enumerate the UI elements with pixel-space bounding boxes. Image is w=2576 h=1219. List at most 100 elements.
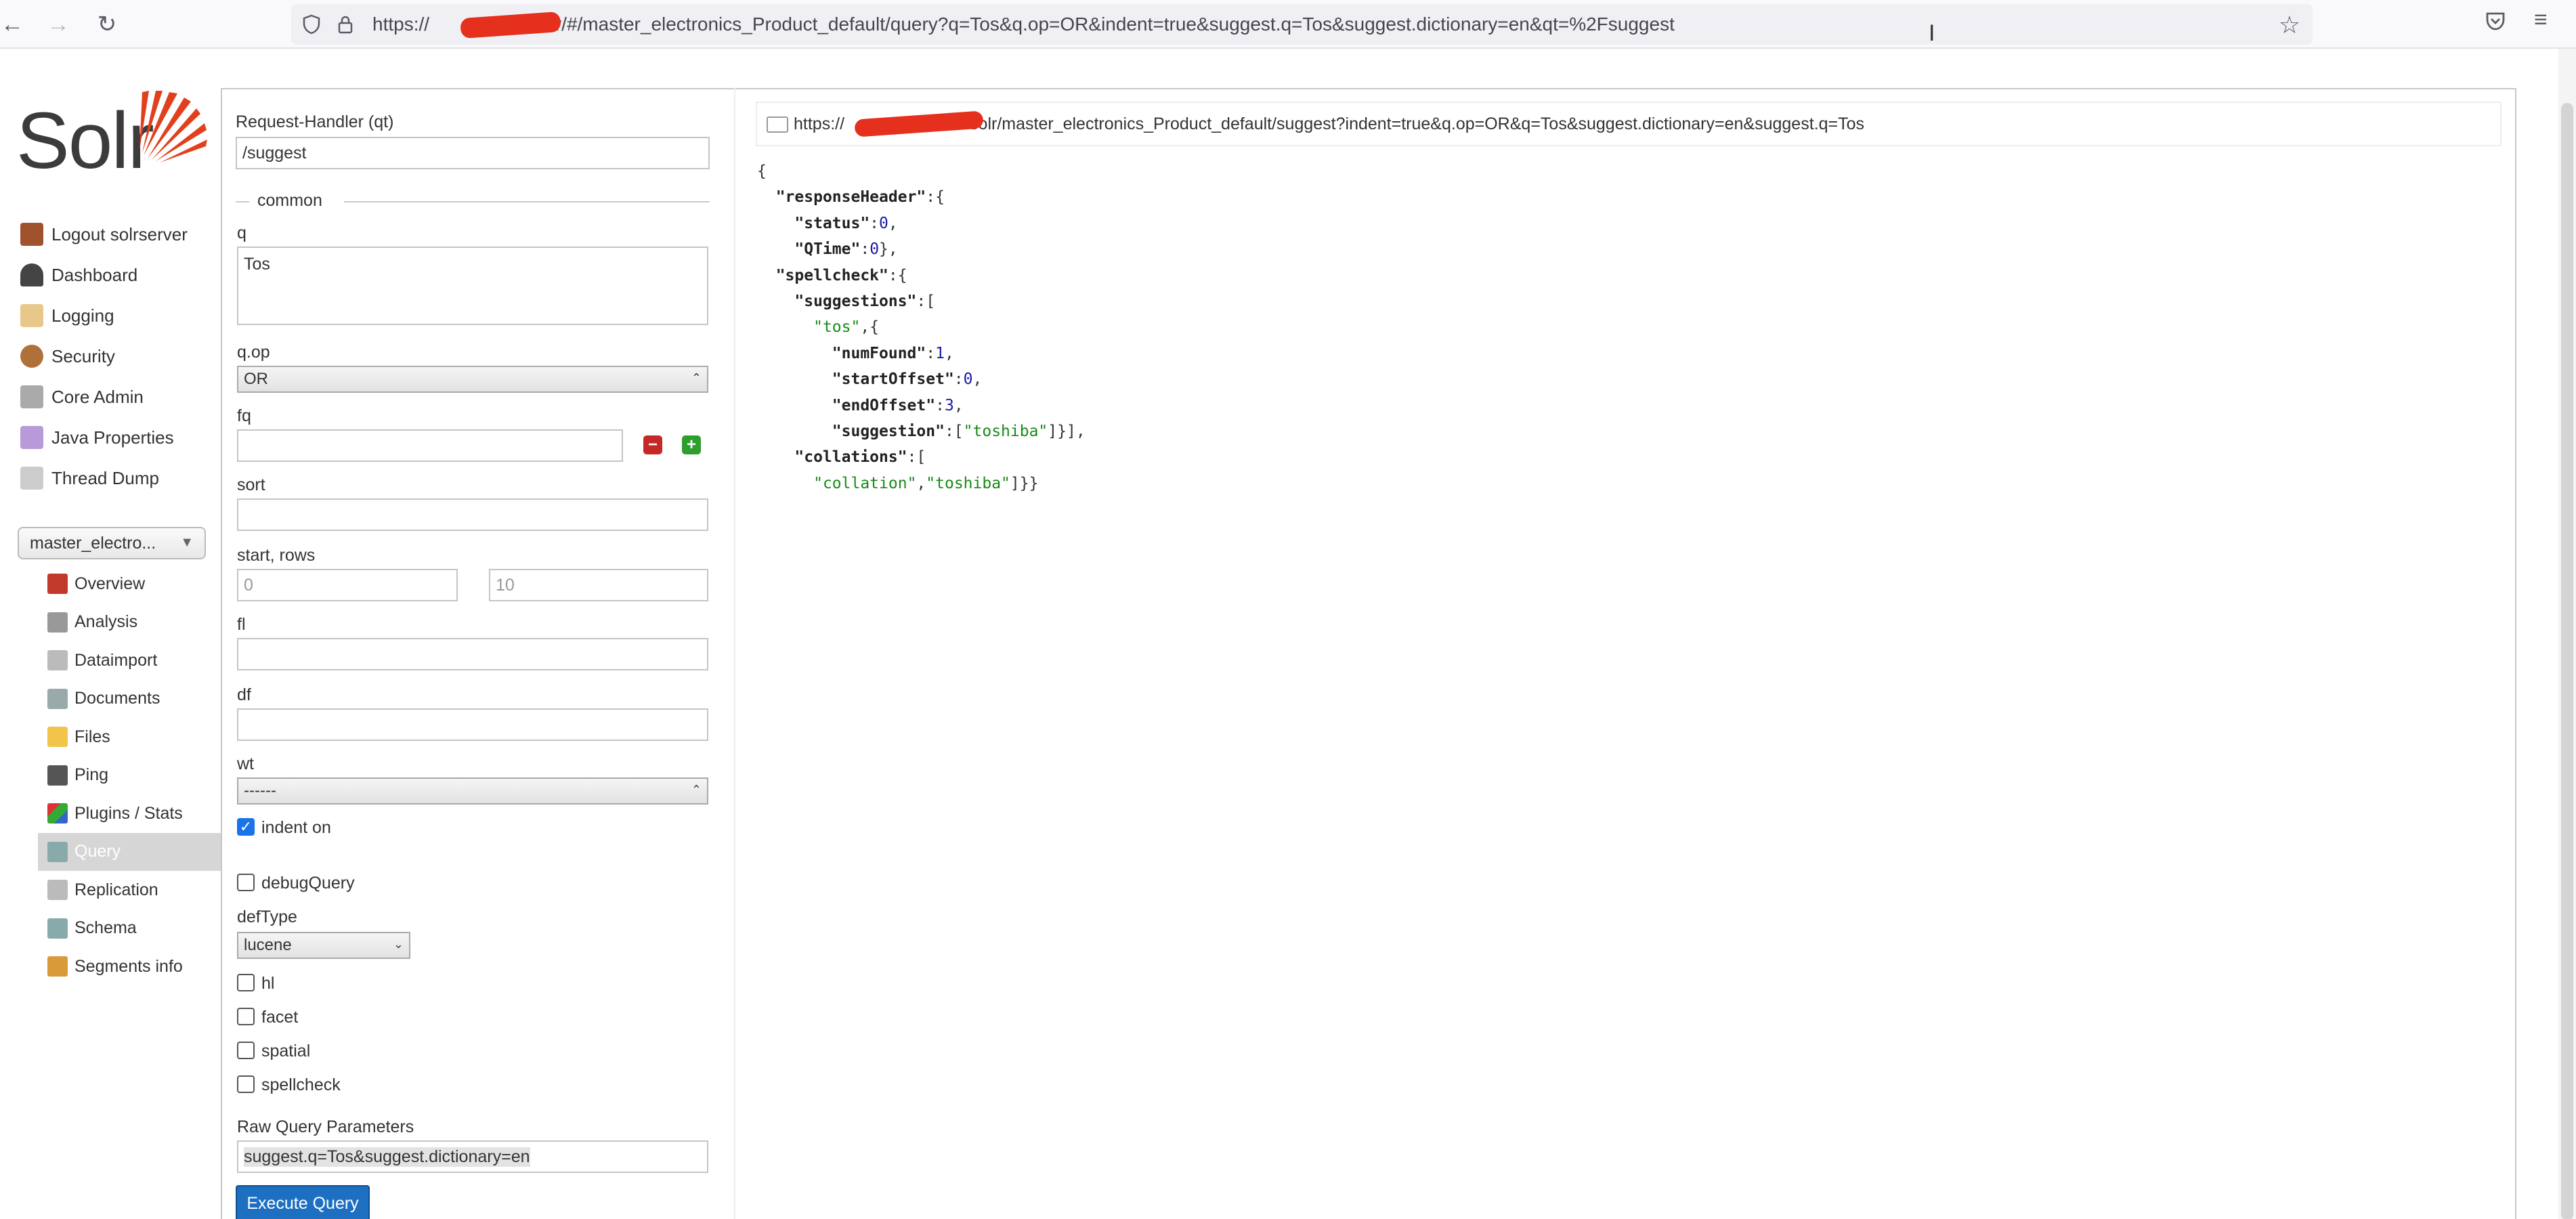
raw-params-input[interactable]: suggest.q=Tos&suggest.dictionary=en [237,1140,708,1173]
wt-select[interactable]: ------ ⌃ [237,777,708,805]
spatial-label: spatial [261,1042,311,1061]
ping-icon [47,765,68,786]
menu-item-label: Core Admin [51,386,144,407]
df-input[interactable] [237,708,708,741]
json-token: : [953,370,964,389]
menu-item-security[interactable]: Security [20,336,221,377]
df-label: df [237,685,251,704]
json-line: "spellcheck":{ [757,263,1086,288]
core-item-label: Replication [74,880,158,899]
q-textarea[interactable]: Tos [237,247,708,325]
json-token: "toshiba" [926,474,1010,492]
json-token: :[ [907,448,926,467]
core-item-label: Segments info [74,956,183,976]
dataimport-icon [47,650,68,671]
documents-icon [47,688,68,709]
segments-icon [47,956,68,977]
menu-item-logging[interactable]: Logging [20,295,221,336]
url-text[interactable]: https:// solr/#/master_electronics_Produc… [372,14,1675,35]
security-icon [20,345,43,368]
indent-label: indent on [261,818,331,837]
url-bar[interactable]: https:// solr/#/master_electronics_Produc… [291,4,2313,45]
menu-item-logout[interactable]: Logout solrserver [20,214,221,255]
reload-icon[interactable]: ↻ [88,5,126,43]
logout-icon [20,223,43,246]
fl-input[interactable] [237,638,708,670]
document-icon [767,116,788,133]
core-selector-value: master_electro... [30,533,156,553]
core-item-analysis[interactable]: Analysis [38,603,221,642]
core-item-files[interactable]: Files [38,718,221,756]
json-token: , [916,474,926,492]
json-token: , [944,344,954,362]
menu-item-thread-dump[interactable]: Thread Dump [20,458,221,498]
add-fq-button[interactable]: + [682,435,701,454]
back-icon[interactable]: ← [0,5,31,43]
home-icon [47,574,68,595]
fl-label: fl [237,615,246,634]
json-token: { [757,163,767,180]
core-item-query[interactable]: Query [38,832,221,871]
deftype-select[interactable]: lucene ⌄ [237,932,410,959]
json-token: "collation" [813,474,917,492]
core-selector[interactable]: master_electro... ▼ [18,527,206,559]
response-url-prefix: https:// [794,114,845,133]
lock-icon[interactable] [335,14,356,35]
debug-query-label: debugQuery [261,874,355,893]
pocket-icon[interactable] [2484,9,2507,33]
raw-params-value: suggest.q=Tos&suggest.dictionary=en [244,1147,530,1167]
json-token: "collations" [794,448,907,467]
core-item-schema[interactable]: Schema [38,910,221,948]
wt-value: ------ [244,782,276,800]
plugins-icon [47,803,68,824]
facet-checkbox[interactable] [237,1008,255,1025]
json-line: "responseHeader":{ [757,184,1086,210]
hamburger-menu-icon[interactable]: ≡ [2534,7,2548,33]
menu-item-java-properties[interactable]: Java Properties [20,417,221,458]
core-item-overview[interactable]: Overview [38,565,221,603]
json-line: "collations":[ [757,444,1086,470]
core-item-segments[interactable]: Segments info [38,947,221,986]
menu-item-label: Thread Dump [51,467,159,488]
sort-input[interactable] [237,498,708,531]
menu-item-label: Java Properties [51,427,174,448]
sort-label: sort [237,475,265,494]
json-token: "suggestion" [832,423,945,441]
qop-select[interactable]: OR ⌃ [237,366,708,393]
tracking-shield-icon[interactable] [301,14,322,35]
core-item-label: Documents [74,689,160,708]
scrollbar-thumb[interactable] [2561,103,2573,1219]
spellcheck-checkbox[interactable] [237,1075,255,1093]
menu-item-label: Logging [51,305,114,326]
solr-logo[interactable]: Solr [16,88,207,186]
qt-input[interactable]: /suggest [236,137,710,169]
json-token: , [972,370,983,389]
bookmark-star-icon[interactable]: ☆ [2279,11,2300,39]
execute-query-button[interactable]: Execute Query [236,1185,370,1219]
indent-checkbox[interactable]: ✓ [237,818,255,836]
debug-query-checkbox[interactable] [237,874,255,891]
hl-checkbox[interactable] [237,974,255,991]
raw-params-label: Raw Query Parameters [237,1117,414,1136]
folder-icon [47,727,68,748]
core-item-label: Overview [74,574,146,593]
menu-item-dashboard[interactable]: Dashboard [20,255,221,295]
spatial-checkbox[interactable] [237,1042,255,1059]
remove-fq-button[interactable]: − [643,435,662,454]
start-input[interactable]: 0 [237,569,458,601]
core-item-ping[interactable]: Ping [38,756,221,795]
forward-icon[interactable]: → [39,5,77,43]
fq-input[interactable] [237,429,623,462]
menu-item-core-admin[interactable]: Core Admin [20,377,221,417]
core-item-documents[interactable]: Documents [38,680,221,719]
json-token: :[ [916,293,936,311]
core-item-label: Query [74,842,121,861]
core-item-replication[interactable]: Replication [38,871,221,910]
response-url-bar[interactable]: https:// solr/master_electronics_Product_… [756,102,2502,146]
java-properties-icon [20,426,43,449]
page-scrollbar[interactable] [2558,49,2576,1219]
core-item-plugins[interactable]: Plugins / Stats [38,794,221,833]
fq-label: fq [237,406,251,425]
rows-input[interactable]: 10 [489,569,708,601]
core-item-dataimport[interactable]: Dataimport [38,641,221,680]
